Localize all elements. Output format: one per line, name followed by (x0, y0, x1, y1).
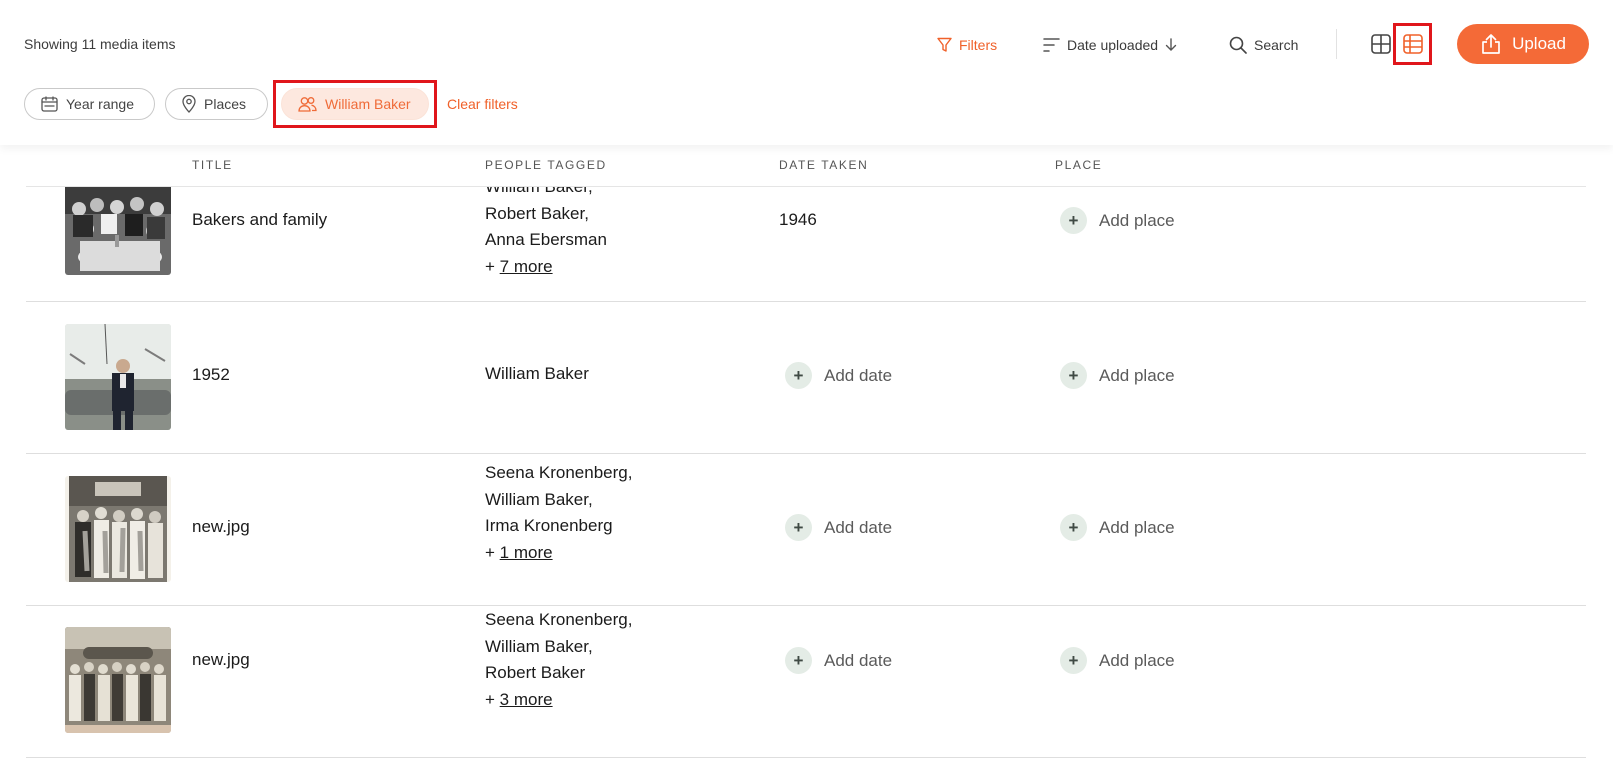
filter-icon (937, 37, 952, 52)
table-row[interactable]: new.jpg Seena Kronenberg, William Baker,… (26, 454, 1586, 606)
search-label: Search (1254, 37, 1299, 53)
person-name[interactable]: Robert Baker (485, 660, 632, 687)
date-taken[interactable]: 1946 (779, 210, 817, 230)
table-row[interactable]: new.jpg Seena Kronenberg, William Baker,… (26, 606, 1586, 758)
person-name[interactable]: William Baker, (485, 487, 632, 514)
column-header-people[interactable]: PEOPLE TAGGED (485, 158, 607, 172)
grid-view-button[interactable] (1370, 33, 1392, 55)
add-date-label: Add date (824, 650, 893, 670)
person-name[interactable]: William Baker (485, 361, 589, 388)
add-place-label: Add place (1099, 365, 1175, 385)
media-thumbnail[interactable] (65, 476, 171, 582)
more-people: + 1 more (485, 542, 553, 562)
add-place-button[interactable]: + Add place (1060, 647, 1175, 674)
add-place-button[interactable]: + Add place (1060, 362, 1175, 389)
highlight-box (1393, 23, 1432, 65)
media-thumbnail[interactable] (65, 187, 171, 275)
media-title[interactable]: 1952 (192, 365, 230, 385)
people-tagged-cell: Seena Kronenberg, William Baker, Robert … (485, 607, 632, 713)
filters-label: Filters (959, 37, 998, 53)
add-place-label: Add place (1099, 650, 1175, 670)
calendar-icon (41, 96, 58, 112)
upload-label: Upload (1512, 34, 1566, 53)
person-name[interactable]: William Baker, (485, 187, 607, 201)
media-title[interactable]: Bakers and family (192, 210, 327, 230)
year-range-chip[interactable]: Year range (24, 88, 155, 120)
add-date-label: Add date (824, 365, 893, 385)
grid-icon (1371, 34, 1391, 54)
plus-icon: + (785, 362, 812, 389)
add-place-button[interactable]: + Add place (1060, 207, 1175, 234)
plus-icon: + (1060, 514, 1087, 541)
plus-icon: + (785, 514, 812, 541)
table-header: TITLE PEOPLE TAGGED DATE TAKEN PLACE (26, 145, 1586, 187)
location-pin-icon (182, 95, 196, 113)
search-icon (1229, 36, 1247, 54)
sort-lines-icon (1043, 38, 1060, 52)
person-name[interactable]: Seena Kronenberg, (485, 460, 632, 487)
person-name[interactable]: Irma Kronenberg (485, 513, 632, 540)
person-name[interactable]: Anna Ebersman (485, 227, 607, 254)
more-people: + 7 more (485, 256, 553, 276)
media-thumbnail[interactable] (65, 324, 171, 430)
add-date-button[interactable]: + Add date (785, 647, 892, 674)
table-row[interactable]: 1952 William Baker + Add date + Add plac… (26, 302, 1586, 454)
sort-label: Date uploaded (1067, 37, 1159, 53)
people-tagged-cell: Seena Kronenberg, William Baker, Irma Kr… (485, 460, 632, 566)
sort-button[interactable]: Date uploaded (1043, 32, 1177, 58)
highlight-box (273, 80, 437, 128)
add-date-button[interactable]: + Add date (785, 514, 892, 541)
upload-button[interactable]: Upload (1457, 24, 1589, 64)
people-tagged-cell: William Baker, Robert Baker, Anna Ebersm… (485, 187, 607, 280)
upload-icon (1482, 34, 1500, 54)
plus-icon: + (1060, 207, 1087, 234)
add-place-label: Add place (1099, 210, 1175, 230)
arrow-down-icon (1165, 38, 1177, 51)
clear-filters-link[interactable]: Clear filters (447, 96, 518, 112)
people-tagged-cell: William Baker (485, 361, 589, 388)
column-header-title[interactable]: TITLE (192, 158, 233, 172)
places-label: Places (204, 96, 247, 112)
more-people-link[interactable]: 3 more (500, 690, 553, 709)
add-place-button[interactable]: + Add place (1060, 514, 1175, 541)
plus-icon: + (1060, 362, 1087, 389)
filters-button[interactable]: Filters (937, 32, 997, 58)
year-range-label: Year range (66, 96, 134, 112)
table-row[interactable]: Bakers and family William Baker, Robert … (26, 187, 1586, 302)
more-people-link[interactable]: 7 more (500, 257, 553, 276)
more-people: + 3 more (485, 689, 553, 709)
column-header-place[interactable]: PLACE (1055, 158, 1102, 172)
add-date-button[interactable]: + Add date (785, 362, 892, 389)
plus-icon: + (785, 647, 812, 674)
toolbar: Showing 11 media items Filters Date uplo… (0, 0, 1613, 145)
media-title[interactable]: new.jpg (192, 517, 250, 537)
add-date-label: Add date (824, 517, 893, 537)
toolbar-divider (1336, 29, 1337, 59)
search-button[interactable]: Search (1229, 32, 1298, 58)
media-count-text: Showing 11 media items (24, 36, 176, 52)
media-title[interactable]: new.jpg (192, 650, 250, 670)
plus-icon: + (1060, 647, 1087, 674)
person-name[interactable]: William Baker, (485, 634, 632, 661)
person-name[interactable]: Robert Baker, (485, 201, 607, 228)
add-place-label: Add place (1099, 517, 1175, 537)
column-header-date[interactable]: DATE TAKEN (779, 158, 868, 172)
media-thumbnail[interactable] (65, 627, 171, 733)
person-name[interactable]: Seena Kronenberg, (485, 607, 632, 634)
more-people-link[interactable]: 1 more (500, 543, 553, 562)
places-chip[interactable]: Places (165, 88, 268, 120)
